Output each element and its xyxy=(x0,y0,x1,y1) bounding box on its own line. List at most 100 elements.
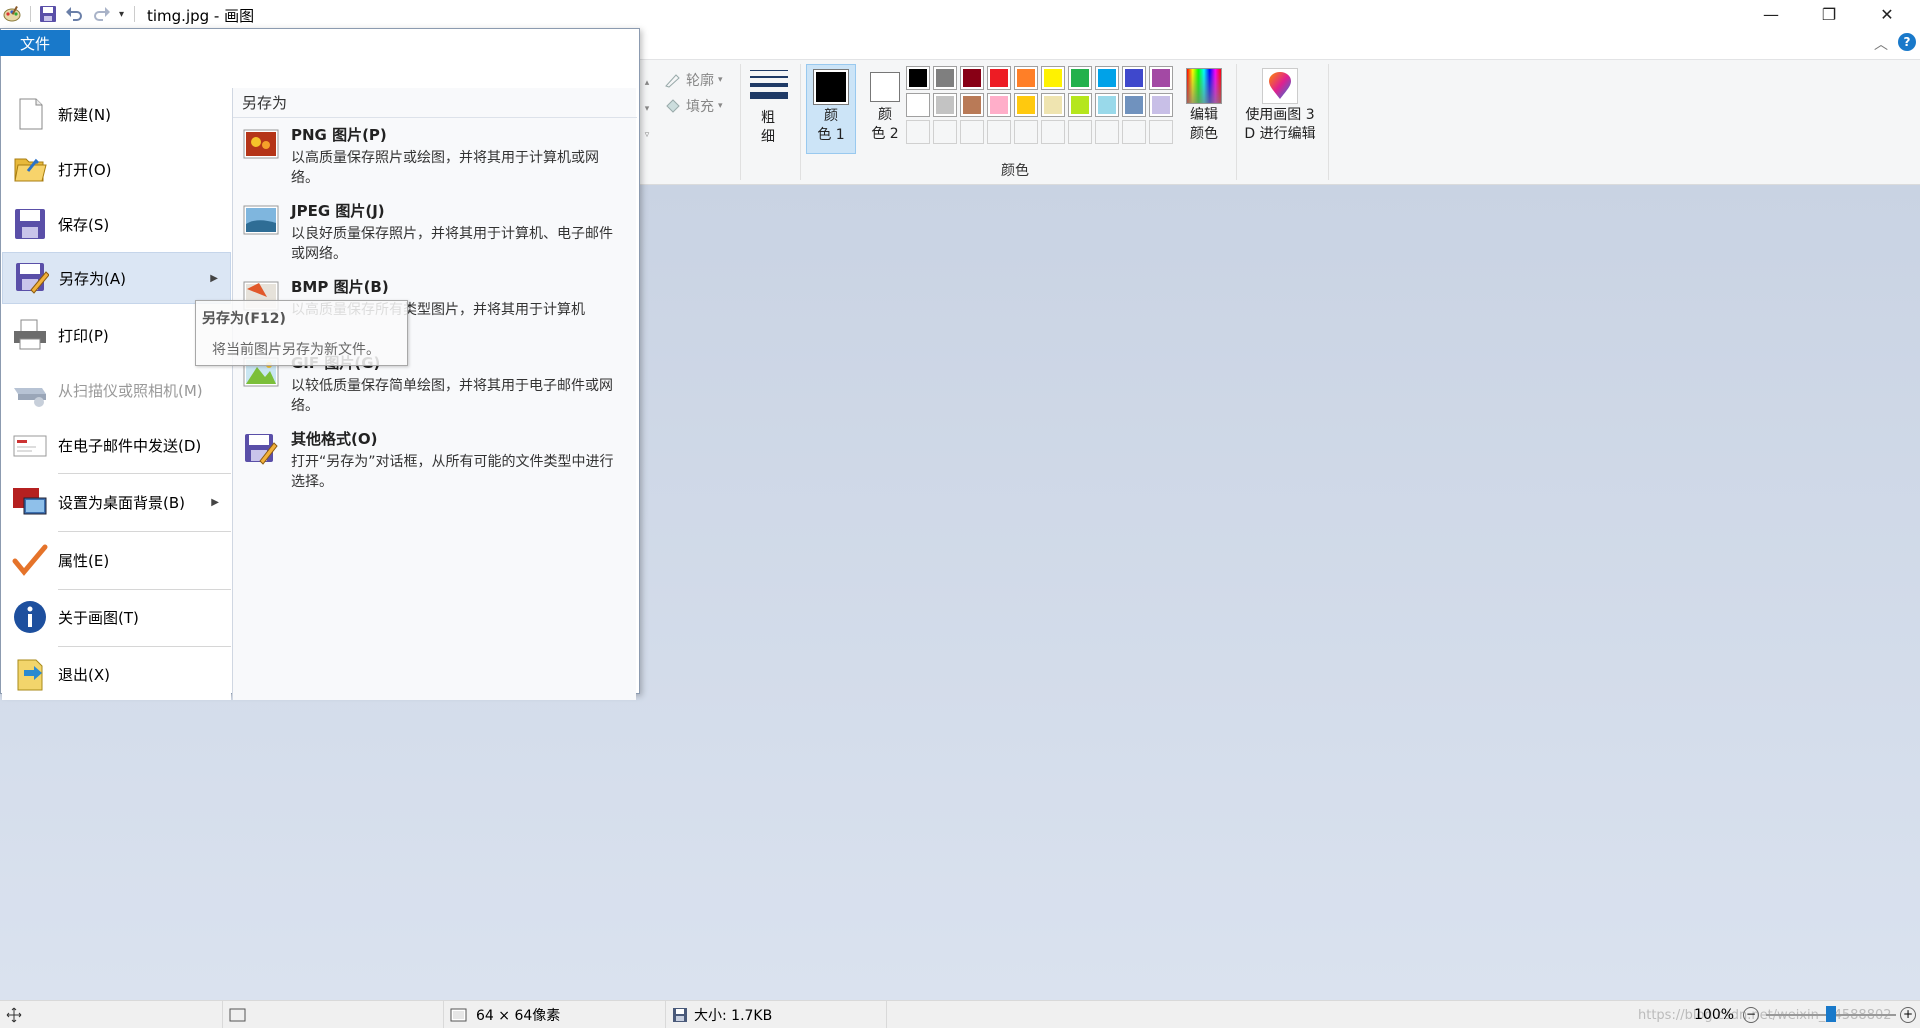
outline-button[interactable]: 轮廓 ▾ xyxy=(664,70,723,90)
ribbon-divider xyxy=(740,64,741,180)
size-button[interactable]: 粗 细 xyxy=(748,68,788,158)
ribbon-divider xyxy=(1236,64,1237,180)
color-swatch[interactable] xyxy=(987,66,1011,90)
format-jpeg[interactable]: JPEG 图片(J) 以良好质量保存照片，并将其用于计算机、电子邮件或网络。 xyxy=(233,200,637,268)
file-size: 大小: 1.7KB xyxy=(665,1001,772,1028)
menu-item-label: 打印(P) xyxy=(58,326,109,345)
custom-color-slot[interactable] xyxy=(1149,120,1173,144)
color1-button[interactable]: 颜 色 1 xyxy=(806,64,856,154)
color-swatch[interactable] xyxy=(933,93,957,117)
email-icon xyxy=(13,435,47,457)
menu-item-properties[interactable]: 属性(E) xyxy=(2,534,231,586)
menu-item-label: 从扫描仪或照相机(M) xyxy=(58,381,203,400)
color-swatch[interactable] xyxy=(1122,66,1146,90)
format-name: JPEG 图片(J) xyxy=(291,202,385,220)
menu-separator xyxy=(58,589,231,590)
menu-item-exit[interactable]: 退出(X) xyxy=(2,648,231,700)
custom-color-slot[interactable] xyxy=(906,120,930,144)
status-bar: 64 × 64像素 大小: 1.7KB https://blog.csdn.ne… xyxy=(0,1000,1920,1028)
color-swatch[interactable] xyxy=(1014,93,1038,117)
save-icon[interactable] xyxy=(39,5,57,23)
zoom-slider-thumb[interactable] xyxy=(1826,1006,1836,1022)
shape-scroll[interactable]: ▴ ▾ ▿ xyxy=(640,70,654,150)
color2-label: 颜 色 2 xyxy=(871,107,899,142)
zoom-in-button[interactable]: + xyxy=(1900,1007,1916,1023)
menu-item-new[interactable]: 新建(N) xyxy=(2,88,231,140)
color-swatch[interactable] xyxy=(1041,93,1065,117)
paint3d-label: 使用画图 3 D 进行编辑 xyxy=(1244,107,1316,142)
color-swatch[interactable] xyxy=(1068,93,1092,117)
custom-color-slot[interactable] xyxy=(1068,120,1092,144)
file-tab[interactable]: 文件 xyxy=(0,30,70,56)
color-swatch[interactable] xyxy=(1149,66,1173,90)
menu-item-scanner[interactable]: 从扫描仪或照相机(M) xyxy=(2,364,231,416)
customize-qat-icon[interactable]: ▾ xyxy=(119,9,124,20)
fill-button[interactable]: 填充 ▾ xyxy=(664,96,723,116)
custom-color-slot[interactable] xyxy=(1014,120,1038,144)
restore-button[interactable]: ❐ xyxy=(1800,0,1858,28)
menu-item-save-as[interactable]: 另存为(A) ▶ xyxy=(2,252,231,304)
fill-bucket-icon xyxy=(666,99,680,113)
close-button[interactable]: ✕ xyxy=(1858,0,1916,28)
zoom-out-button[interactable]: − xyxy=(1743,1007,1759,1023)
color-swatch[interactable] xyxy=(1095,93,1119,117)
color-swatch[interactable] xyxy=(1095,66,1119,90)
menu-separator xyxy=(58,473,231,474)
format-other[interactable]: 其他格式(O) 打开“另存为”对话框，从所有可能的文件类型中进行选择。 xyxy=(233,428,637,496)
qat-divider xyxy=(30,6,31,22)
disk-icon xyxy=(673,1008,687,1022)
menu-item-label: 在电子邮件中发送(D) xyxy=(58,436,202,455)
menu-item-desktop-background[interactable]: 设置为桌面背景(B) ▶ xyxy=(2,476,231,528)
info-icon xyxy=(14,601,46,633)
color2-button[interactable]: 颜 色 2 xyxy=(860,64,910,154)
help-icon[interactable]: ? xyxy=(1898,33,1916,51)
menu-item-label: 退出(X) xyxy=(58,665,110,684)
menu-item-save[interactable]: 保存(S) xyxy=(2,198,231,250)
format-description: 以较低质量保存简单绘图，并将其用于电子邮件或网络。 xyxy=(291,378,613,414)
menu-item-label: 关于画图(T) xyxy=(58,608,139,627)
save-as-tooltip: 另存为(F12) 将当前图片另存为新文件。 xyxy=(195,300,408,366)
format-png[interactable]: PNG 图片(P) 以高质量保存照片或绘图，并将其用于计算机或网络。 xyxy=(233,124,637,192)
color-swatch[interactable] xyxy=(960,93,984,117)
custom-color-slot[interactable] xyxy=(1041,120,1065,144)
menu-item-about[interactable]: 关于画图(T) xyxy=(2,591,231,643)
cursor-position xyxy=(0,1001,22,1028)
color-swatch[interactable] xyxy=(1149,93,1173,117)
file-menu-header xyxy=(1,29,639,59)
format-name: 其他格式(O) xyxy=(291,430,378,448)
custom-color-slot[interactable] xyxy=(987,120,1011,144)
custom-color-slot[interactable] xyxy=(1095,120,1119,144)
color-spectrum-icon xyxy=(1186,68,1222,104)
color-swatch[interactable] xyxy=(1014,66,1038,90)
save-as-submenu: 另存为 PNG 图片(P) 以高质量保存照片或绘图，并将其用于计算机或网络。 J… xyxy=(232,88,637,700)
format-description: 打开“另存为”对话框，从所有可能的文件类型中进行选择。 xyxy=(291,454,614,490)
color-swatch[interactable] xyxy=(1068,66,1092,90)
format-description: 以良好质量保存照片，并将其用于计算机、电子邮件或网络。 xyxy=(291,226,613,262)
collapse-ribbon-icon[interactable]: ︿ xyxy=(1874,34,1888,54)
color-swatch[interactable] xyxy=(960,66,984,90)
file-menu: 新建(N) 打开(O) 保存(S) 另存为(A) ▶ 打印(P) 从扫描仪或照相… xyxy=(0,28,640,700)
color-swatch[interactable] xyxy=(906,66,930,90)
menu-item-email[interactable]: 在电子邮件中发送(D) xyxy=(2,419,231,471)
color-swatch[interactable] xyxy=(987,93,1011,117)
color-swatch[interactable] xyxy=(906,93,930,117)
edit-colors-button[interactable]: 编辑 颜色 xyxy=(1180,64,1228,154)
status-empty-cell xyxy=(886,1001,893,1028)
custom-color-slot[interactable] xyxy=(1122,120,1146,144)
save-as-icon xyxy=(16,263,49,294)
minimize-button[interactable]: — xyxy=(1742,0,1800,28)
paint-app-icon[interactable] xyxy=(2,4,22,24)
color-swatch[interactable] xyxy=(1122,93,1146,117)
submenu-arrow-icon: ▶ xyxy=(211,496,219,508)
color-swatch[interactable] xyxy=(933,66,957,90)
menu-item-open[interactable]: 打开(O) xyxy=(2,143,231,195)
scanner-icon xyxy=(14,388,46,407)
redo-icon[interactable] xyxy=(93,5,111,23)
undo-icon[interactable] xyxy=(65,5,83,23)
zoom-slider[interactable] xyxy=(1766,1006,1896,1022)
color-swatch[interactable] xyxy=(1041,66,1065,90)
custom-color-slot[interactable] xyxy=(933,120,957,144)
custom-color-slot[interactable] xyxy=(960,120,984,144)
colors-group-label: 颜色 xyxy=(1001,163,1029,179)
paint3d-button[interactable]: 使用画图 3 D 进行编辑 xyxy=(1240,64,1320,154)
